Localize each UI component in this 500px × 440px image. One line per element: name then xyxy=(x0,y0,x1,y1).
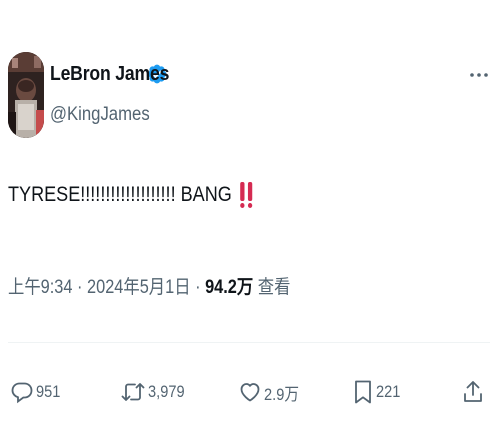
author-handle[interactable]: @KingJames xyxy=(50,104,150,126)
repost-icon xyxy=(121,383,145,401)
views-count: 94.2万 xyxy=(205,277,254,298)
reply-icon xyxy=(11,382,33,404)
like-button[interactable]: 2.9万 xyxy=(238,372,305,412)
repost-count: 3,979 xyxy=(148,382,185,401)
meta-separator: · xyxy=(190,277,206,298)
divider xyxy=(8,342,490,343)
share-icon xyxy=(464,381,482,402)
bookmark-count: 221 xyxy=(376,382,401,401)
share-button[interactable] xyxy=(462,372,484,412)
avatar[interactable] xyxy=(8,52,44,138)
views-label: 查看 xyxy=(253,277,291,298)
author-name-row: LeBron James xyxy=(50,60,169,88)
reply-button[interactable]: 951 xyxy=(10,372,64,412)
tweet-text: TYRESE!!!!!!!!!!!!!!!!!!! BANG xyxy=(8,180,254,210)
like-count: 2.9万 xyxy=(264,384,299,404)
tweet-card: LeBron James @KingJames TYRESE!!!!!!!!!!… xyxy=(0,0,500,440)
more-options-icon[interactable] xyxy=(468,70,490,80)
double-exclamation-emoji-icon xyxy=(240,182,253,208)
tweet-date[interactable]: 2024年5月1日 xyxy=(87,277,191,298)
tweet-text-content: TYRESE!!!!!!!!!!!!!!!!!!! BANG xyxy=(8,183,232,206)
bookmark-icon xyxy=(355,380,371,404)
author-display-name[interactable]: LeBron James xyxy=(50,63,169,86)
reply-count: 951 xyxy=(36,382,61,401)
repost-button[interactable]: 3,979 xyxy=(120,372,191,412)
tweet-meta: 上午9:34 · 2024年5月1日 · 94.2万 查看 xyxy=(8,272,290,299)
tweet-time[interactable]: 上午9:34 xyxy=(8,277,72,298)
action-bar: 951 3,979 2.9万 221 xyxy=(0,372,500,412)
bookmark-button[interactable]: 221 xyxy=(352,372,404,412)
meta-separator: · xyxy=(72,277,88,298)
heart-icon xyxy=(240,383,260,402)
